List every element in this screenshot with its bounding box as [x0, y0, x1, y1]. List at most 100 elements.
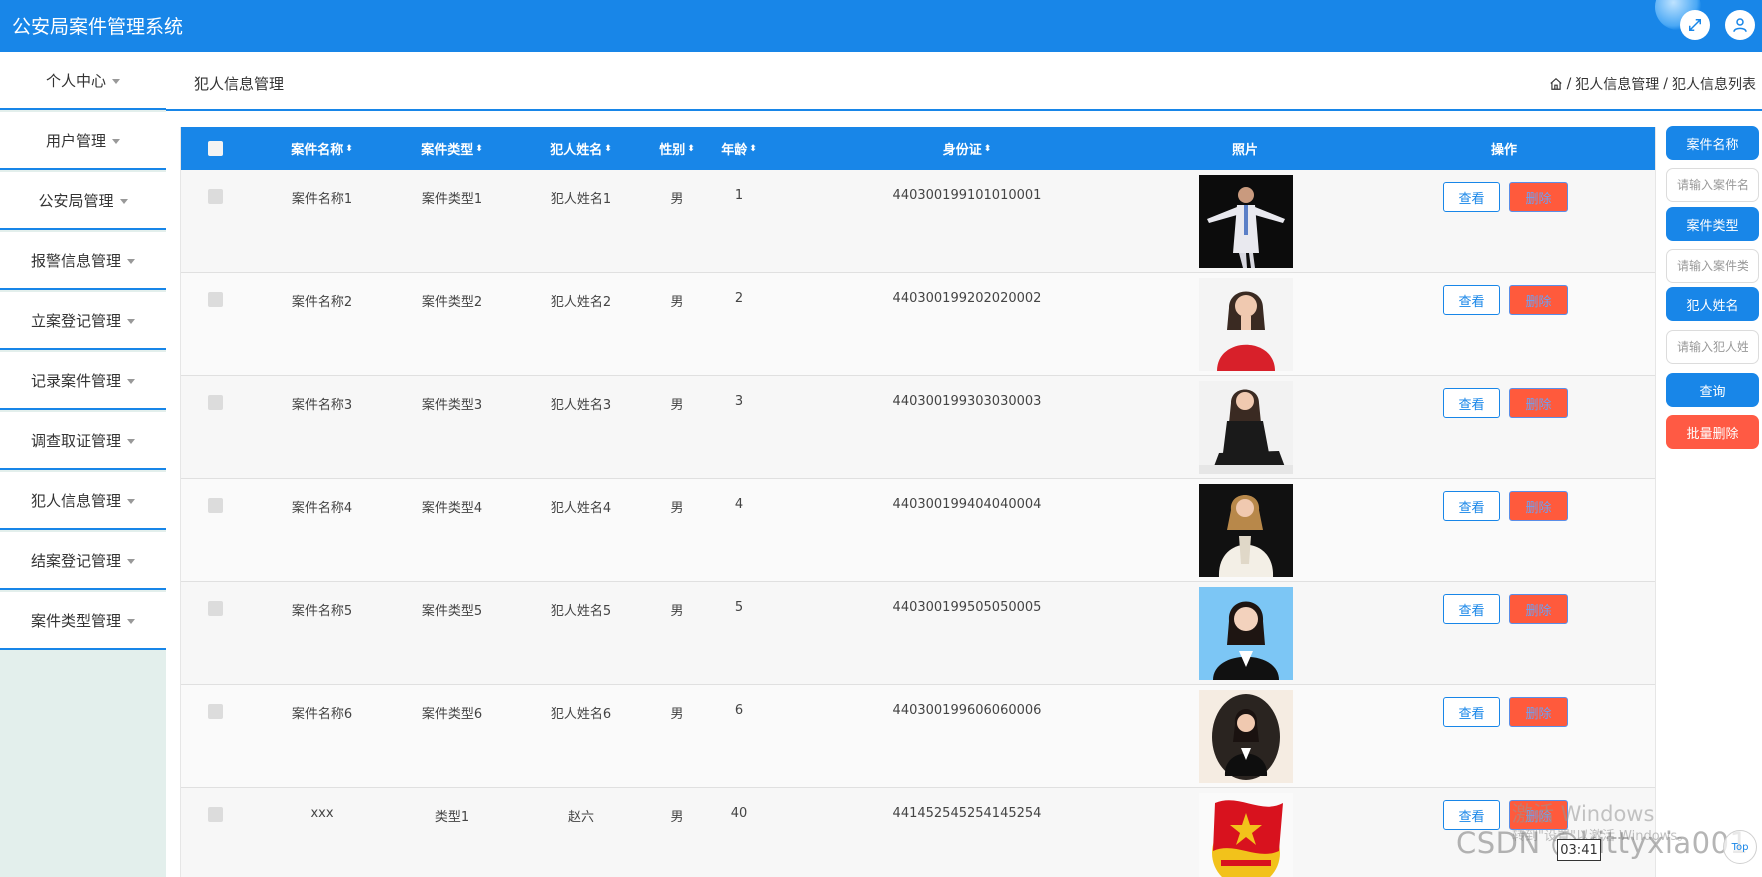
sidebar: 个人中心 用户管理 公安局管理 报警信息管理 立案登记管理 记录案件管理 调查取… [0, 52, 166, 877]
cell-id-card: 440300199303030003 [892, 394, 1042, 409]
sidebar-item-profile[interactable]: 个人中心 [0, 52, 166, 110]
breadcrumb-sep: / [1566, 76, 1572, 92]
column-header-id-card[interactable]: 身份证 ⬍ [943, 127, 992, 170]
user-icon[interactable] [1725, 10, 1755, 40]
home-icon[interactable] [1549, 77, 1563, 91]
back-to-top-icon[interactable]: Top [1723, 830, 1757, 864]
case-type-search-input[interactable] [1666, 249, 1759, 283]
row-checkbox[interactable] [208, 292, 223, 307]
cell-case-name: 案件名称5 [291, 604, 353, 619]
row-checkbox[interactable] [208, 189, 223, 204]
delete-button[interactable]: 删除 [1509, 285, 1568, 315]
column-header-case-name[interactable]: 案件名称 ⬍ [291, 127, 353, 170]
criminal-photo[interactable] [1199, 175, 1293, 268]
cell-case-type: 案件类型5 [421, 604, 483, 619]
sidebar-item-case-registration[interactable]: 立案登记管理 [0, 292, 166, 350]
criminal-name-search-label: 犯人姓名 [1666, 287, 1759, 321]
cell-id-card: 440300199101010001 [892, 188, 1042, 203]
view-button[interactable]: 查看 [1443, 285, 1500, 315]
cell-criminal-name: 赵六 [567, 810, 595, 825]
breadcrumb-item[interactable]: 犯人信息管理 [1575, 74, 1659, 94]
cell-case-type: 案件类型4 [421, 501, 483, 516]
row-checkbox[interactable] [208, 807, 223, 822]
cell-criminal-name: 犯人姓名3 [550, 398, 612, 413]
criminal-table: 案件名称 ⬍ 案件类型 ⬍ 犯人姓名 ⬍ 性别 ⬍ 年龄 ⬍ 身份证 ⬍ 照片 操作 案件名… [180, 127, 1656, 877]
chevron-down-icon [112, 138, 120, 144]
cell-age: 4 [734, 497, 744, 512]
cell-criminal-name: 犯人姓名2 [550, 295, 612, 310]
criminal-photo[interactable] [1199, 278, 1293, 371]
page-title: 犯人信息管理 [194, 75, 285, 93]
cell-case-name: 案件名称2 [291, 295, 353, 310]
view-button[interactable]: 查看 [1443, 594, 1500, 624]
chevron-down-icon [127, 558, 135, 564]
csdn-watermark: CSDN @kittyxia001 [1456, 826, 1749, 860]
criminal-name-search-input[interactable] [1666, 330, 1759, 364]
cell-case-type: 案件类型3 [421, 398, 483, 413]
cell-case-type: 案件类型6 [421, 707, 483, 722]
criminal-photo[interactable] [1199, 690, 1293, 783]
chevron-down-icon [127, 258, 135, 264]
case-name-search-input[interactable] [1666, 168, 1759, 202]
sidebar-item-label: 犯人信息管理 [30, 491, 121, 510]
top-header: 公安局案件管理系统 [0, 0, 1762, 52]
cell-id-card: 440300199606060006 [892, 703, 1042, 718]
sort-icon: ⬍ [749, 143, 757, 154]
column-header-criminal-name[interactable]: 犯人姓名 ⬍ [550, 127, 612, 170]
criminal-photo[interactable] [1199, 587, 1293, 680]
table-row: 案件名称3 案件类型3 犯人姓名3 男 3 440300199303030003… [181, 376, 1655, 479]
criminal-photo[interactable] [1199, 484, 1293, 577]
cell-gender: 男 [670, 295, 684, 310]
criminal-photo[interactable] [1199, 381, 1293, 474]
batch-delete-button[interactable]: 批量删除 [1666, 415, 1759, 449]
sidebar-item-case-closing[interactable]: 结案登记管理 [0, 532, 166, 590]
chevron-down-icon [127, 498, 135, 504]
table-row: 案件名称5 案件类型5 犯人姓名5 男 5 440300199505050005… [181, 582, 1655, 685]
delete-button[interactable]: 删除 [1509, 491, 1568, 521]
delete-button[interactable]: 删除 [1509, 182, 1568, 212]
view-button[interactable]: 查看 [1443, 491, 1500, 521]
cell-id-card: 440300199404040004 [892, 497, 1042, 512]
sidebar-item-users[interactable]: 用户管理 [0, 112, 166, 170]
view-button[interactable]: 查看 [1443, 388, 1500, 418]
delete-button[interactable]: 删除 [1509, 697, 1568, 727]
cell-case-type: 案件类型1 [421, 192, 483, 207]
chevron-down-icon [127, 438, 135, 444]
cell-case-name: 案件名称3 [291, 398, 353, 413]
cell-case-name: 案件名称6 [291, 707, 353, 722]
sidebar-item-case-types[interactable]: 案件类型管理 [0, 592, 166, 650]
delete-button[interactable]: 删除 [1509, 388, 1568, 418]
query-button[interactable]: 查询 [1666, 373, 1759, 407]
cell-gender: 男 [670, 707, 684, 722]
sidebar-item-label: 调查取证管理 [30, 431, 121, 450]
chevron-down-icon [127, 318, 135, 324]
select-all-checkbox[interactable] [208, 141, 223, 156]
column-header-case-type[interactable]: 案件类型 ⬍ [421, 127, 483, 170]
sidebar-item-evidence[interactable]: 调查取证管理 [0, 412, 166, 470]
cell-gender: 男 [670, 192, 684, 207]
sidebar-item-case-records[interactable]: 记录案件管理 [0, 352, 166, 410]
sidebar-item-alarm-info[interactable]: 报警信息管理 [0, 232, 166, 290]
cell-id-card: 440300199505050005 [892, 600, 1042, 615]
column-header-photo: 照片 [1231, 143, 1259, 158]
column-header-age[interactable]: 年龄 ⬍ [721, 127, 757, 170]
column-header-gender[interactable]: 性别 ⬍ [659, 127, 695, 170]
cell-criminal-name: 犯人姓名5 [550, 604, 612, 619]
row-checkbox[interactable] [208, 704, 223, 719]
criminal-photo[interactable] [1199, 793, 1293, 877]
table-row: 案件名称2 案件类型2 犯人姓名2 男 2 440300199202020002… [181, 273, 1655, 376]
sidebar-item-label: 报警信息管理 [30, 251, 121, 270]
fullscreen-icon[interactable] [1680, 10, 1710, 40]
table-row: 案件名称6 案件类型6 犯人姓名6 男 6 440300199606060006… [181, 685, 1655, 788]
delete-button[interactable]: 删除 [1509, 594, 1568, 624]
row-checkbox[interactable] [208, 601, 223, 616]
row-checkbox[interactable] [208, 395, 223, 410]
view-button[interactable]: 查看 [1443, 182, 1500, 212]
cell-age: 1 [734, 188, 744, 203]
sidebar-item-criminal-info[interactable]: 犯人信息管理 [0, 472, 166, 530]
view-button[interactable]: 查看 [1443, 697, 1500, 727]
sidebar-item-police-bureau[interactable]: 公安局管理 [0, 172, 166, 230]
sort-icon: ⬍ [345, 143, 353, 154]
row-checkbox[interactable] [208, 498, 223, 513]
table-header: 案件名称 ⬍ 案件类型 ⬍ 犯人姓名 ⬍ 性别 ⬍ 年龄 ⬍ 身份证 ⬍ 照片 操作 [181, 127, 1655, 170]
